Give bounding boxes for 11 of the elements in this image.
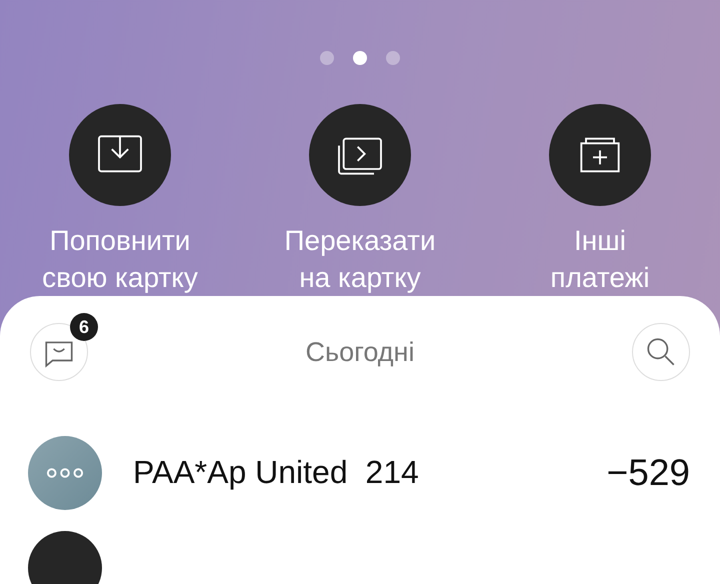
page-dot[interactable]	[320, 51, 334, 65]
action-label: Поповнити свою картку	[41, 224, 199, 295]
transaction-name: PAA*Ap United 214	[133, 454, 420, 491]
section-title: Сьогодні	[306, 336, 414, 368]
transaction-amount: −529	[606, 452, 690, 494]
action-label: Переказати на картку	[283, 224, 437, 295]
count-badge: 6	[70, 313, 98, 341]
page-dot[interactable]	[353, 51, 367, 65]
page-dot[interactable]	[386, 51, 400, 65]
action-label: Інші платежі	[549, 224, 651, 295]
more-icon	[46, 466, 84, 478]
